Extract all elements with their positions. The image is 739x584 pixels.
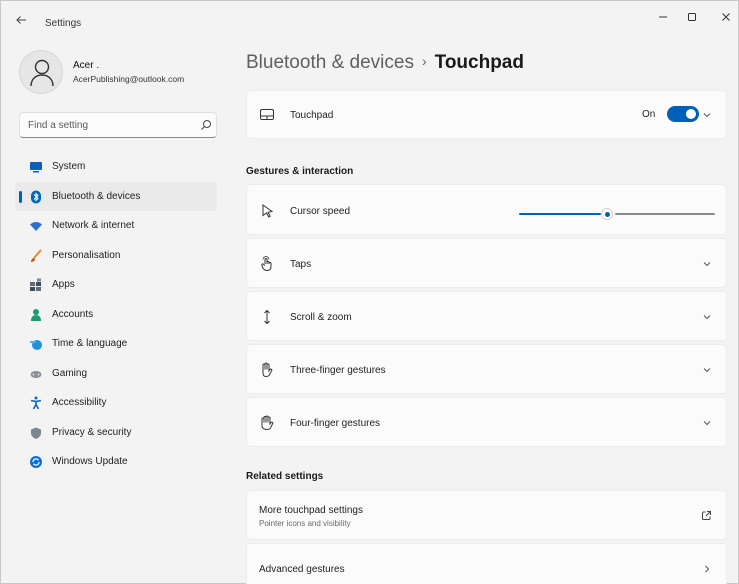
breadcrumb: Bluetooth & devices › Touchpad <box>246 52 524 74</box>
tap-icon <box>261 256 272 272</box>
sidebar-item-gaming[interactable]: Gaming <box>15 359 217 389</box>
avatar <box>19 50 63 94</box>
more-touchpad-settings-subtitle: Pointer icons and visibility <box>259 519 351 528</box>
window-title: Settings <box>45 18 82 29</box>
shield-icon <box>31 427 41 439</box>
gesture-row-taps[interactable]: Taps <box>246 238 727 288</box>
search-box[interactable] <box>19 112 217 138</box>
gesture-row-label: Taps <box>290 259 312 270</box>
breadcrumb-separator: › <box>421 53 427 69</box>
close-button[interactable] <box>711 9 739 29</box>
gesture-row-label: Scroll & zoom <box>290 312 352 323</box>
apps-icon <box>30 278 41 291</box>
wifi-icon <box>30 222 42 231</box>
sidebar-item-label: Bluetooth & devices <box>52 190 141 202</box>
page-title: Touchpad <box>434 52 524 73</box>
sidebar-item-network[interactable]: Network & internet <box>15 211 217 241</box>
sidebar-item-label: Apps <box>52 279 75 290</box>
four-finger-hand-icon <box>261 415 274 431</box>
chevron-down-icon[interactable] <box>702 312 712 322</box>
toggle-knob <box>686 109 696 119</box>
update-icon <box>30 456 42 468</box>
open-external-icon <box>702 511 711 520</box>
section-title-related: Related settings <box>246 471 324 482</box>
chevron-down-icon[interactable] <box>702 259 712 269</box>
cursor-speed-label: Cursor speed <box>290 206 351 217</box>
sidebar-item-label: Accounts <box>52 308 94 320</box>
sidebar-item-personalisation[interactable]: Personalisation <box>15 241 217 271</box>
brush-icon <box>31 248 42 262</box>
advanced-gestures-title: Advanced gestures <box>259 564 345 575</box>
sidebar-item-time-language[interactable]: Time & language <box>15 329 217 359</box>
sidebar-item-bluetooth-devices[interactable]: Bluetooth & devices <box>15 181 217 211</box>
breadcrumb-parent[interactable]: Bluetooth & devices <box>246 52 414 73</box>
touchpad-label: Touchpad <box>290 110 334 121</box>
sidebar-item-label: Personalisation <box>52 249 121 261</box>
maximize-icon <box>688 13 696 21</box>
sidebar-item-system[interactable]: System <box>15 152 217 182</box>
gesture-row-scroll-zoom[interactable]: Scroll & zoom <box>246 291 727 341</box>
sidebar-item-label: Privacy & security <box>52 426 132 438</box>
profile-email: AcerPublishing@outlook.com <box>73 74 185 84</box>
more-touchpad-settings-title: More touchpad settings <box>259 505 363 516</box>
sidebar-item-label: Network & internet <box>52 220 135 231</box>
gamepad-icon <box>30 370 42 378</box>
monitor-icon <box>30 162 42 173</box>
search-input[interactable] <box>20 113 190 137</box>
chevron-right-icon <box>705 565 710 573</box>
minimize-button[interactable] <box>648 9 678 29</box>
sidebar-item-apps[interactable]: Apps <box>15 270 217 300</box>
slider-track <box>615 213 715 215</box>
touchpad-icon <box>260 109 274 120</box>
cursor-speed-slider[interactable] <box>519 208 715 220</box>
touchpad-toggle[interactable] <box>667 106 699 122</box>
sidebar-item-label: System <box>52 161 86 172</box>
settings-window: Settings Acer . AcerPublishing@outlook.c… <box>0 0 739 584</box>
gesture-row-three-finger[interactable]: Three-finger gestures <box>246 344 727 394</box>
section-title-gestures: Gestures & interaction <box>246 166 354 177</box>
sidebar-item-label: Windows Update <box>52 456 128 467</box>
person-avatar-icon <box>30 59 54 87</box>
sidebar-item-accessibility[interactable]: Accessibility <box>15 388 217 418</box>
gesture-row-four-finger[interactable]: Four-finger gestures <box>246 397 727 447</box>
minimize-icon <box>659 16 667 18</box>
cursor-arrow-icon <box>262 204 274 218</box>
slider-thumb[interactable] <box>601 208 613 220</box>
chevron-down-icon[interactable] <box>702 365 712 375</box>
selection-indicator <box>19 190 22 203</box>
close-icon <box>722 13 730 21</box>
scroll-icon <box>264 309 270 325</box>
sidebar-item-accounts[interactable]: Accounts <box>15 300 217 330</box>
chevron-down-icon[interactable] <box>702 418 712 428</box>
more-touchpad-settings-link[interactable]: More touchpad settings Pointer icons and… <box>246 490 727 540</box>
chevron-down-icon[interactable] <box>702 110 712 120</box>
bluetooth-icon <box>31 190 41 203</box>
sidebar-item-label: Gaming <box>52 367 88 379</box>
maximize-button[interactable] <box>677 9 707 29</box>
user-profile[interactable]: Acer . AcerPublishing@outlook.com <box>19 50 219 94</box>
sidebar-item-label: Time & language <box>52 338 128 349</box>
search-icon[interactable] <box>200 119 212 131</box>
touchpad-card[interactable]: Touchpad On <box>246 90 727 139</box>
profile-name: Acer . <box>73 60 100 71</box>
back-arrow-icon[interactable] <box>15 14 31 30</box>
slider-fill <box>519 213 601 215</box>
sidebar-item-privacy-security[interactable]: Privacy & security <box>15 418 217 448</box>
gesture-row-label: Four-finger gestures <box>290 418 381 429</box>
three-finger-hand-icon <box>262 362 273 378</box>
person-icon <box>31 308 41 321</box>
sidebar-item-label: Accessibility <box>52 397 107 408</box>
cursor-speed-card: Cursor speed <box>246 184 727 235</box>
advanced-gestures-link[interactable]: Advanced gestures <box>246 543 727 584</box>
globe-clock-icon <box>30 340 42 350</box>
sidebar-nav: System Bluetooth & devices Network & int… <box>15 152 217 477</box>
gesture-row-label: Three-finger gestures <box>290 365 386 376</box>
toggle-state-text: On <box>642 109 656 120</box>
title-bar: Settings <box>1 1 738 43</box>
sidebar-item-windows-update[interactable]: Windows Update <box>15 447 217 477</box>
accessibility-icon <box>30 396 42 410</box>
